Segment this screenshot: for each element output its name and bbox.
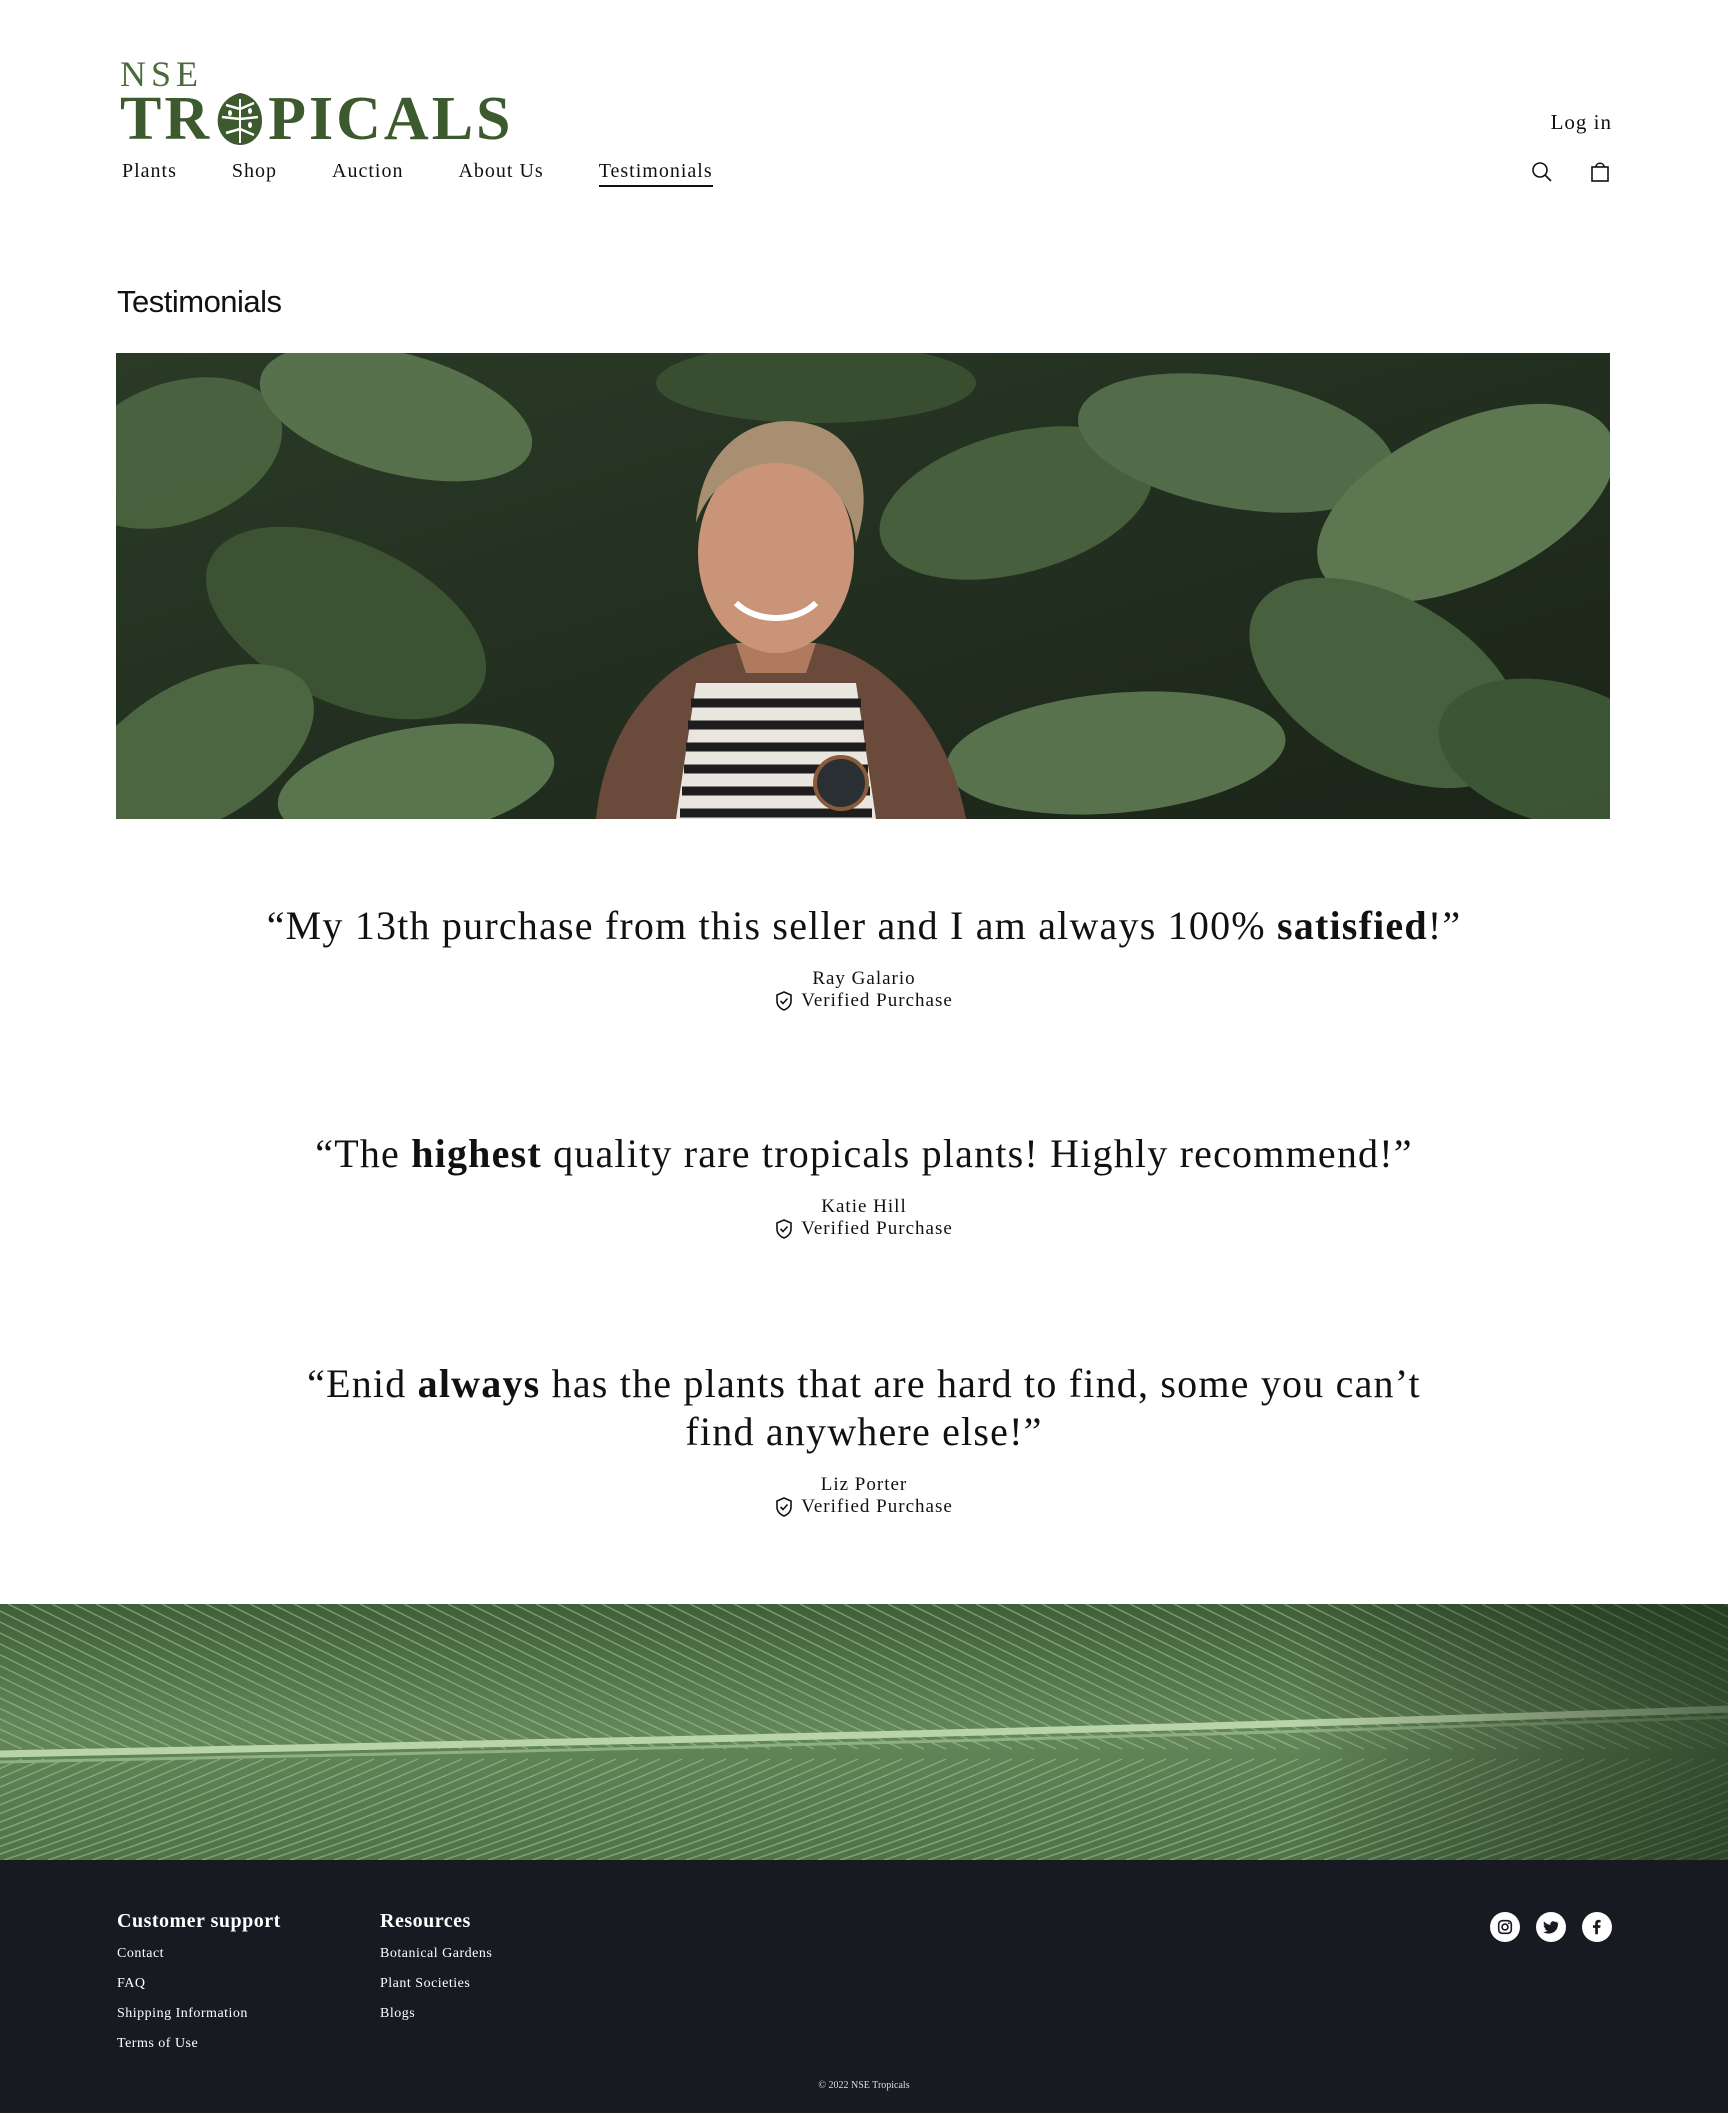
footer-link-blogs[interactable]: Blogs (380, 1999, 492, 2029)
verified-label: Verified Purchase (801, 1218, 953, 1239)
logo-line-2: TR PICALS (120, 86, 514, 152)
testimonial-quote: “Enid always has the plants that are har… (307, 1361, 1421, 1454)
monstera-leaf-icon (214, 91, 266, 147)
site-footer: Customer support Contact FAQ Shipping In… (0, 1860, 1728, 2113)
site-header: NSE TR PICALS Log in Plants Shop Auction… (0, 0, 1728, 200)
page-title: Testimonials (117, 284, 282, 319)
footer-link-botanical-gardens[interactable]: Botanical Gardens (380, 1939, 492, 1969)
shield-check-icon (775, 1497, 793, 1517)
footer-link-shipping[interactable]: Shipping Information (117, 1999, 281, 2029)
footer-link-contact[interactable]: Contact (117, 1939, 281, 1969)
footer-heading: Customer support (117, 1910, 281, 1932)
nav-item-about-us[interactable]: About Us (458, 160, 543, 187)
leaf-banner-image (0, 1604, 1728, 1860)
testimonial-author: Katie Hill (821, 1196, 907, 1217)
search-icon[interactable] (1530, 160, 1554, 184)
footer-link-terms[interactable]: Terms of Use (117, 2029, 281, 2059)
social-links (1490, 1912, 1612, 1942)
testimonial-author: Ray Galario (812, 968, 916, 989)
verified-label: Verified Purchase (801, 1496, 953, 1517)
login-link[interactable]: Log in (1551, 110, 1612, 135)
testimonial-quote: “The highest quality rare tropicals plan… (315, 1131, 1413, 1176)
hero-image (116, 353, 1610, 819)
shield-check-icon (775, 991, 793, 1011)
facebook-icon[interactable] (1582, 1912, 1612, 1942)
nav-item-testimonials[interactable]: Testimonials (598, 160, 713, 187)
instagram-icon[interactable] (1490, 1912, 1520, 1942)
logo-text-left: TR (120, 85, 213, 153)
testimonial-3: “Enid always has the plants that are har… (0, 1360, 1728, 1522)
bag-icon[interactable] (1588, 160, 1612, 184)
testimonial-author: Liz Porter (820, 1474, 908, 1495)
testimonial-1: “My 13th purchase from this seller and I… (0, 902, 1728, 1016)
nav-item-plants[interactable]: Plants (122, 160, 177, 187)
footer-heading: Resources (380, 1910, 471, 1932)
shield-check-icon (775, 1219, 793, 1239)
copyright-text: © 2022 NSE Tropicals (818, 2080, 910, 2091)
twitter-icon[interactable] (1536, 1912, 1566, 1942)
verified-badge: Verified Purchase (775, 1496, 953, 1518)
verified-badge: Verified Purchase (775, 1218, 953, 1240)
verified-label: Verified Purchase (801, 990, 953, 1011)
brand-logo[interactable]: NSE TR PICALS (120, 56, 511, 152)
footer-link-faq[interactable]: FAQ (117, 1969, 281, 1999)
footer-customer-support: Customer support Contact FAQ Shipping In… (117, 1910, 281, 2059)
logo-text-right: PICALS (268, 85, 514, 153)
footer-resources: Resources Botanical Gardens Plant Societ… (380, 1910, 492, 2029)
main-nav: Plants Shop Auction About Us Testimonial… (122, 160, 768, 187)
nav-item-auction[interactable]: Auction (332, 160, 403, 187)
testimonial-2: “The highest quality rare tropicals plan… (0, 1130, 1728, 1244)
verified-badge: Verified Purchase (775, 990, 953, 1012)
nav-item-shop[interactable]: Shop (232, 160, 277, 187)
header-icons (1530, 160, 1612, 184)
footer-link-plant-societies[interactable]: Plant Societies (380, 1969, 492, 1999)
testimonial-quote: “My 13th purchase from this seller and I… (266, 903, 1462, 948)
